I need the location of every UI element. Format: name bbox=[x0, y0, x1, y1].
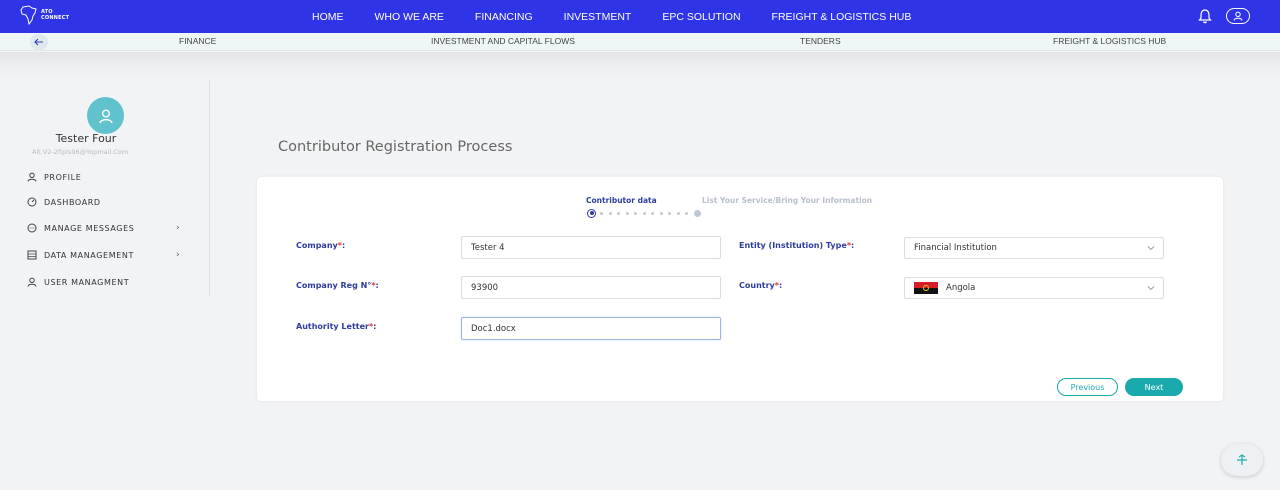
user-email: Alt.V2-2fipls96@Yopmail.Com bbox=[32, 148, 129, 156]
user-icon bbox=[98, 109, 113, 123]
sidebar-item-manage-messages[interactable]: MANAGE MESSAGES bbox=[27, 221, 134, 235]
step-contributor-data[interactable]: Contributor data bbox=[586, 196, 657, 205]
bell-icon[interactable] bbox=[1198, 8, 1212, 24]
user-icon bbox=[27, 277, 37, 287]
label-colon: : bbox=[373, 322, 377, 331]
company-reg-label: Company Reg N°*: bbox=[296, 281, 379, 290]
user-icon bbox=[1233, 11, 1243, 21]
sidebar-item-dashboard[interactable]: DASHBOARD bbox=[27, 195, 101, 209]
step-dot bbox=[659, 211, 663, 215]
account-button[interactable] bbox=[1226, 8, 1250, 24]
header-shadow bbox=[0, 52, 1280, 78]
label-colon: : bbox=[341, 241, 346, 250]
sidebar-item-label: MANAGE MESSAGES bbox=[44, 223, 135, 233]
page-title: Contributor Registration Process bbox=[278, 139, 513, 155]
country-value: Angola bbox=[946, 283, 976, 293]
label-colon: : bbox=[778, 281, 783, 290]
main-nav: HOME WHO WE ARE FINANCING INVESTMENT EPC… bbox=[312, 0, 942, 33]
label-colon: : bbox=[375, 281, 379, 290]
company-label-text: Company bbox=[296, 241, 338, 250]
message-icon bbox=[27, 223, 37, 233]
sidebar: Tester Four Alt.V2-2fipls96@Yopmail.Com … bbox=[0, 80, 210, 296]
nav-freight-logistics[interactable]: FREIGHT & LOGISTICS HUB bbox=[772, 11, 912, 23]
user-icon bbox=[27, 172, 37, 182]
nav-home[interactable]: HOME bbox=[312, 11, 344, 23]
nav-investment[interactable]: INVESTMENT bbox=[564, 11, 632, 23]
subnav-tenders[interactable]: TENDERS bbox=[800, 36, 841, 46]
step-dot bbox=[608, 211, 612, 215]
company-reg-label-text: Company Reg N° bbox=[296, 281, 372, 290]
entity-type-select[interactable]: Financial Institution bbox=[904, 237, 1164, 259]
country-select[interactable]: Angola bbox=[904, 277, 1164, 299]
angola-flag-icon bbox=[914, 282, 938, 294]
top-icons bbox=[1198, 8, 1250, 24]
step-dot bbox=[625, 211, 629, 215]
step-dot bbox=[617, 211, 620, 215]
registration-card: Contributor data List Your Service/Bring… bbox=[257, 177, 1223, 401]
dashboard-gauge-icon bbox=[27, 197, 37, 207]
authority-letter-label-text: Authority Letter bbox=[296, 322, 369, 331]
step-list-service[interactable]: List Your Service/Bring Your Information bbox=[702, 196, 872, 205]
sidebar-item-profile[interactable]: PROFILE bbox=[27, 170, 81, 184]
sidebar-item-label: DASHBOARD bbox=[44, 197, 101, 207]
chevron-down-icon bbox=[1147, 286, 1155, 291]
sidebar-item-user-management[interactable]: USER MANAGMENT bbox=[27, 275, 129, 289]
database-table-icon bbox=[27, 250, 37, 260]
sidebar-item-label: PROFILE bbox=[44, 172, 82, 182]
step-dot bbox=[600, 211, 603, 215]
chevron-right-icon[interactable]: › bbox=[176, 250, 180, 260]
nav-epc-solution[interactable]: EPC SOLUTION bbox=[662, 11, 740, 23]
chevron-down-icon bbox=[1147, 246, 1155, 251]
brand-logo[interactable]: ATO CONNECT bbox=[20, 5, 71, 25]
step-dot bbox=[634, 211, 637, 215]
company-label: Company*: bbox=[296, 241, 345, 250]
entity-type-label: Entity (Institution) Type*: bbox=[739, 241, 854, 250]
step-dot-end[interactable] bbox=[693, 209, 701, 217]
authority-letter-label: Authority Letter*: bbox=[296, 322, 376, 331]
subnav-investment-capital[interactable]: INVESTMENT AND CAPITAL FLOWS bbox=[431, 36, 575, 46]
subnav-finance[interactable]: FINANCE bbox=[179, 36, 216, 46]
sidebar-item-data-management[interactable]: DATA MANAGEMENT bbox=[27, 248, 134, 262]
sub-navbar: FINANCE INVESTMENT AND CAPITAL FLOWS TEN… bbox=[0, 33, 1280, 51]
previous-button[interactable]: Previous bbox=[1057, 378, 1118, 396]
nav-who-we-are[interactable]: WHO WE ARE bbox=[375, 11, 444, 23]
entity-type-label-text: Entity (Institution) Type bbox=[739, 241, 847, 250]
africa-outline-icon bbox=[20, 5, 37, 25]
sidebar-item-label: USER MANAGMENT bbox=[44, 277, 130, 287]
arrow-left-icon bbox=[34, 38, 43, 46]
step-dot bbox=[668, 211, 671, 215]
brand-line-2: CONNECT bbox=[41, 15, 70, 21]
step-dot-active[interactable] bbox=[587, 208, 596, 218]
country-label: Country*: bbox=[739, 281, 782, 290]
next-button[interactable]: Next bbox=[1125, 378, 1183, 396]
sidebar-item-label: DATA MANAGEMENT bbox=[44, 250, 134, 260]
step-dot bbox=[676, 211, 680, 215]
back-button[interactable] bbox=[30, 34, 48, 50]
avatar[interactable] bbox=[87, 97, 124, 134]
label-colon: : bbox=[851, 241, 855, 250]
company-input[interactable] bbox=[461, 236, 721, 259]
brand-logo-text: ATO CONNECT bbox=[41, 9, 71, 21]
subnav-freight-logistics[interactable]: FREIGHT & LOGISTICS HUB bbox=[1053, 36, 1166, 46]
step-dot bbox=[642, 211, 646, 215]
step-dot bbox=[685, 211, 688, 215]
country-label-text: Country bbox=[739, 281, 775, 290]
user-name: Tester Four bbox=[55, 132, 117, 145]
company-reg-input[interactable] bbox=[461, 276, 721, 299]
top-navbar: ATO CONNECT HOME WHO WE ARE FINANCING IN… bbox=[0, 0, 1280, 33]
step-progress-dots bbox=[587, 208, 701, 218]
step-dot bbox=[651, 211, 654, 215]
floating-action-button[interactable] bbox=[1221, 444, 1263, 476]
entity-type-value: Financial Institution bbox=[914, 243, 997, 253]
nav-financing[interactable]: FINANCING bbox=[475, 11, 533, 23]
authority-letter-input[interactable] bbox=[461, 317, 721, 340]
chevron-right-icon[interactable]: › bbox=[176, 223, 180, 233]
sparkle-arrow-icon bbox=[1237, 454, 1247, 465]
